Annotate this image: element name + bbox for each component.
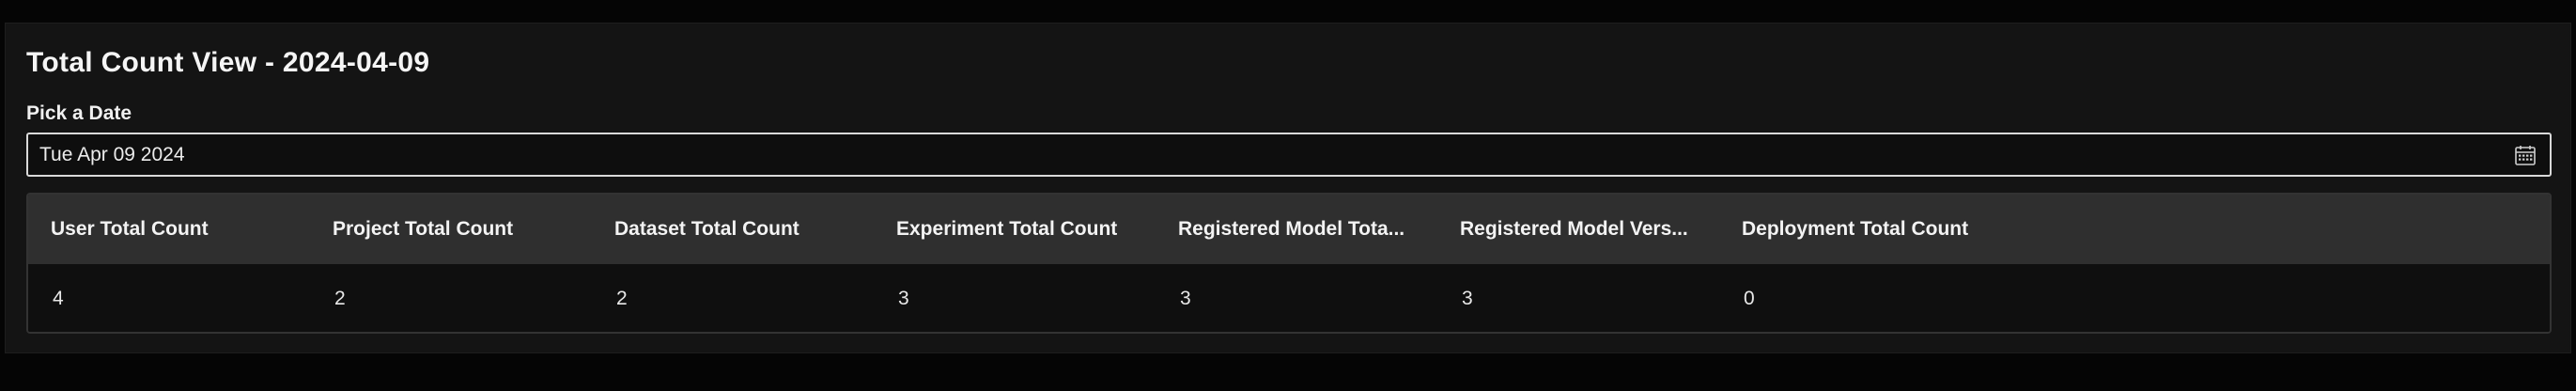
table-cell: 2 (334, 288, 346, 309)
date-picker-label: Pick a Date (26, 102, 132, 124)
date-input[interactable] (28, 134, 2550, 175)
column-header-user-total-count[interactable]: User Total Count (28, 195, 291, 264)
table-cell: 0 (1744, 288, 1755, 309)
column-header-dataset-total-count[interactable]: Dataset Total Count (592, 195, 855, 264)
column-header-registered-model-total-count[interactable]: Registered Model Tota... (1156, 195, 1419, 264)
date-picker[interactable] (26, 133, 2552, 177)
table-cell: 3 (1462, 288, 1473, 309)
table-header-row: User Total Count Project Total Count Dat… (28, 195, 2550, 264)
table-cell: 3 (898, 288, 909, 309)
page-title: Total Count View - 2024-04-09 (26, 47, 430, 78)
column-header-experiment-total-count[interactable]: Experiment Total Count (874, 195, 1137, 264)
total-count-panel: Total Count View - 2024-04-09 Pick a Dat… (5, 23, 2571, 353)
table-cell: 3 (1180, 288, 1191, 309)
total-count-table: User Total Count Project Total Count Dat… (26, 193, 2552, 334)
table-row: 4 2 2 3 3 3 0 (28, 264, 2550, 332)
calendar-icon[interactable] (2514, 144, 2537, 166)
column-header-deployment-total-count[interactable]: Deployment Total Count (1719, 195, 1982, 264)
table-cell: 4 (53, 288, 64, 309)
column-header-project-total-count[interactable]: Project Total Count (310, 195, 573, 264)
column-header-registered-model-version-count[interactable]: Registered Model Vers... (1437, 195, 1700, 264)
table-cell: 2 (616, 288, 628, 309)
